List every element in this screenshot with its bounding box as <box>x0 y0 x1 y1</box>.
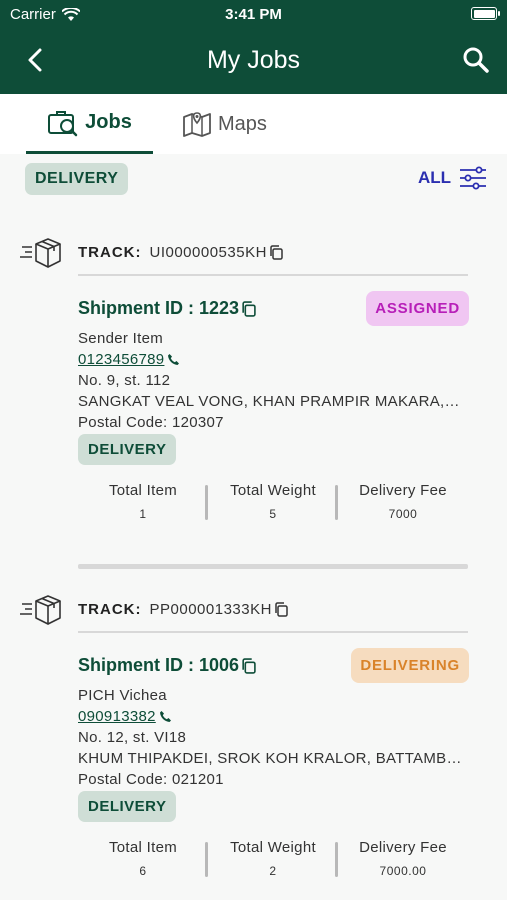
job-type-chip: DELIVERY <box>78 434 177 465</box>
status-badge: DELIVERING <box>351 648 469 683</box>
copy-icon[interactable] <box>241 657 256 674</box>
shipment-id: Shipment ID : 1006 <box>78 655 256 676</box>
tab-bar: Jobs Maps <box>0 94 507 154</box>
sender-name: Sender Item <box>78 330 164 347</box>
stat-label: Total Item <box>108 839 178 856</box>
shipment-id: Shipment ID : 1223 <box>78 298 256 319</box>
track-row: TRACK: UI000000535KH <box>78 244 283 261</box>
stat-total-item: Total Item 1 <box>78 482 208 528</box>
battery-icon <box>471 7 500 20</box>
filter-sliders-icon <box>460 166 486 190</box>
app-header: Carrier 3:41 PM My Jobs <box>0 0 507 94</box>
stat-label: Total Item <box>108 482 178 499</box>
postal-code: Postal Code: 021201 <box>78 771 224 788</box>
tab-jobs[interactable]: Jobs <box>26 94 153 154</box>
tab-maps-label: Maps <box>218 112 267 135</box>
track-row: TRACK: PP000001333KH <box>78 601 288 618</box>
stat-value: 7000.00 <box>379 864 427 878</box>
address-line-1: No. 12, st. VI18 <box>78 729 187 746</box>
copy-icon[interactable] <box>241 300 256 317</box>
jobs-icon <box>48 110 78 136</box>
stat-value: 5 <box>269 507 277 521</box>
sender-name: PICH Vichea <box>78 687 167 704</box>
delivery-filter-chip[interactable]: DELIVERY <box>25 163 129 195</box>
phone-number: 090913382 <box>78 708 156 725</box>
shipment-id-text: Shipment ID : 1006 <box>78 655 240 675</box>
address-line-2: KHUM THIPAKDEI, SROK KOH KRALOR, BATTAMB… <box>78 750 463 767</box>
status-time: 3:41 PM <box>225 6 282 23</box>
shipment-id-text: Shipment ID : 1223 <box>78 298 240 318</box>
stat-delivery-fee: Delivery Fee 7000 <box>338 482 468 528</box>
stat-delivery-fee: Delivery Fee 7000.00 <box>338 839 468 885</box>
job-stats: Total Item 1 Total Weight 5 Delivery Fee… <box>78 482 468 528</box>
stat-label: Total Weight <box>230 482 316 499</box>
phone-number: 0123456789 <box>78 351 165 368</box>
phone-link[interactable]: 090913382 <box>78 706 172 727</box>
tab-jobs-label: Jobs <box>85 111 132 133</box>
stat-label: Delivery Fee <box>359 839 447 856</box>
job-type-chip: DELIVERY <box>78 791 177 822</box>
address-line-1: No. 9, st. 112 <box>78 372 171 389</box>
track-code: UI000000535KH <box>149 244 267 261</box>
status-badge: ASSIGNED <box>366 291 469 326</box>
stat-label: Delivery Fee <box>359 482 447 499</box>
divider <box>78 274 468 276</box>
page-title: My Jobs <box>206 46 301 74</box>
delivery-box-icon <box>20 595 61 625</box>
filter-all-label: ALL <box>417 168 451 187</box>
stat-label: Total Weight <box>230 839 316 856</box>
stat-total-weight: Total Weight 5 <box>208 482 338 528</box>
track-code: PP000001333KH <box>149 601 272 618</box>
stat-value: 1 <box>139 507 147 521</box>
delivery-box-icon <box>20 238 61 268</box>
map-icon <box>183 112 211 137</box>
address-line-2: SANGKAT VEAL VONG, KHAN PRAMPIR MAKARA, … <box>78 393 463 410</box>
phone-link[interactable]: 0123456789 <box>78 349 180 370</box>
postal-code: Postal Code: 120307 <box>78 414 224 431</box>
stat-total-weight: Total Weight 2 <box>208 839 338 885</box>
copy-icon[interactable] <box>274 602 288 617</box>
status-bar: Carrier 3:41 PM <box>0 0 507 28</box>
stat-value: 7000 <box>388 507 418 521</box>
stat-value: 2 <box>269 864 277 878</box>
filter-all-button[interactable]: ALL <box>418 166 487 190</box>
phone-icon <box>168 354 180 365</box>
search-icon[interactable] <box>461 45 491 75</box>
stat-total-item: Total Item 6 <box>78 839 208 885</box>
track-label: TRACK: <box>78 244 142 261</box>
stat-value: 6 <box>139 864 147 878</box>
tab-maps[interactable]: Maps <box>182 94 267 154</box>
copy-icon[interactable] <box>269 245 283 260</box>
card-separator <box>78 564 468 569</box>
sender-info: Sender Item 0123456789 No. 9, st. 112 SA… <box>78 328 463 433</box>
divider <box>78 631 468 633</box>
phone-icon <box>159 711 171 722</box>
job-stats: Total Item 6 Total Weight 2 Delivery Fee… <box>78 839 468 885</box>
track-label: TRACK: <box>78 601 142 618</box>
sender-info: PICH Vichea 090913382 No. 12, st. VI18 K… <box>78 685 463 790</box>
